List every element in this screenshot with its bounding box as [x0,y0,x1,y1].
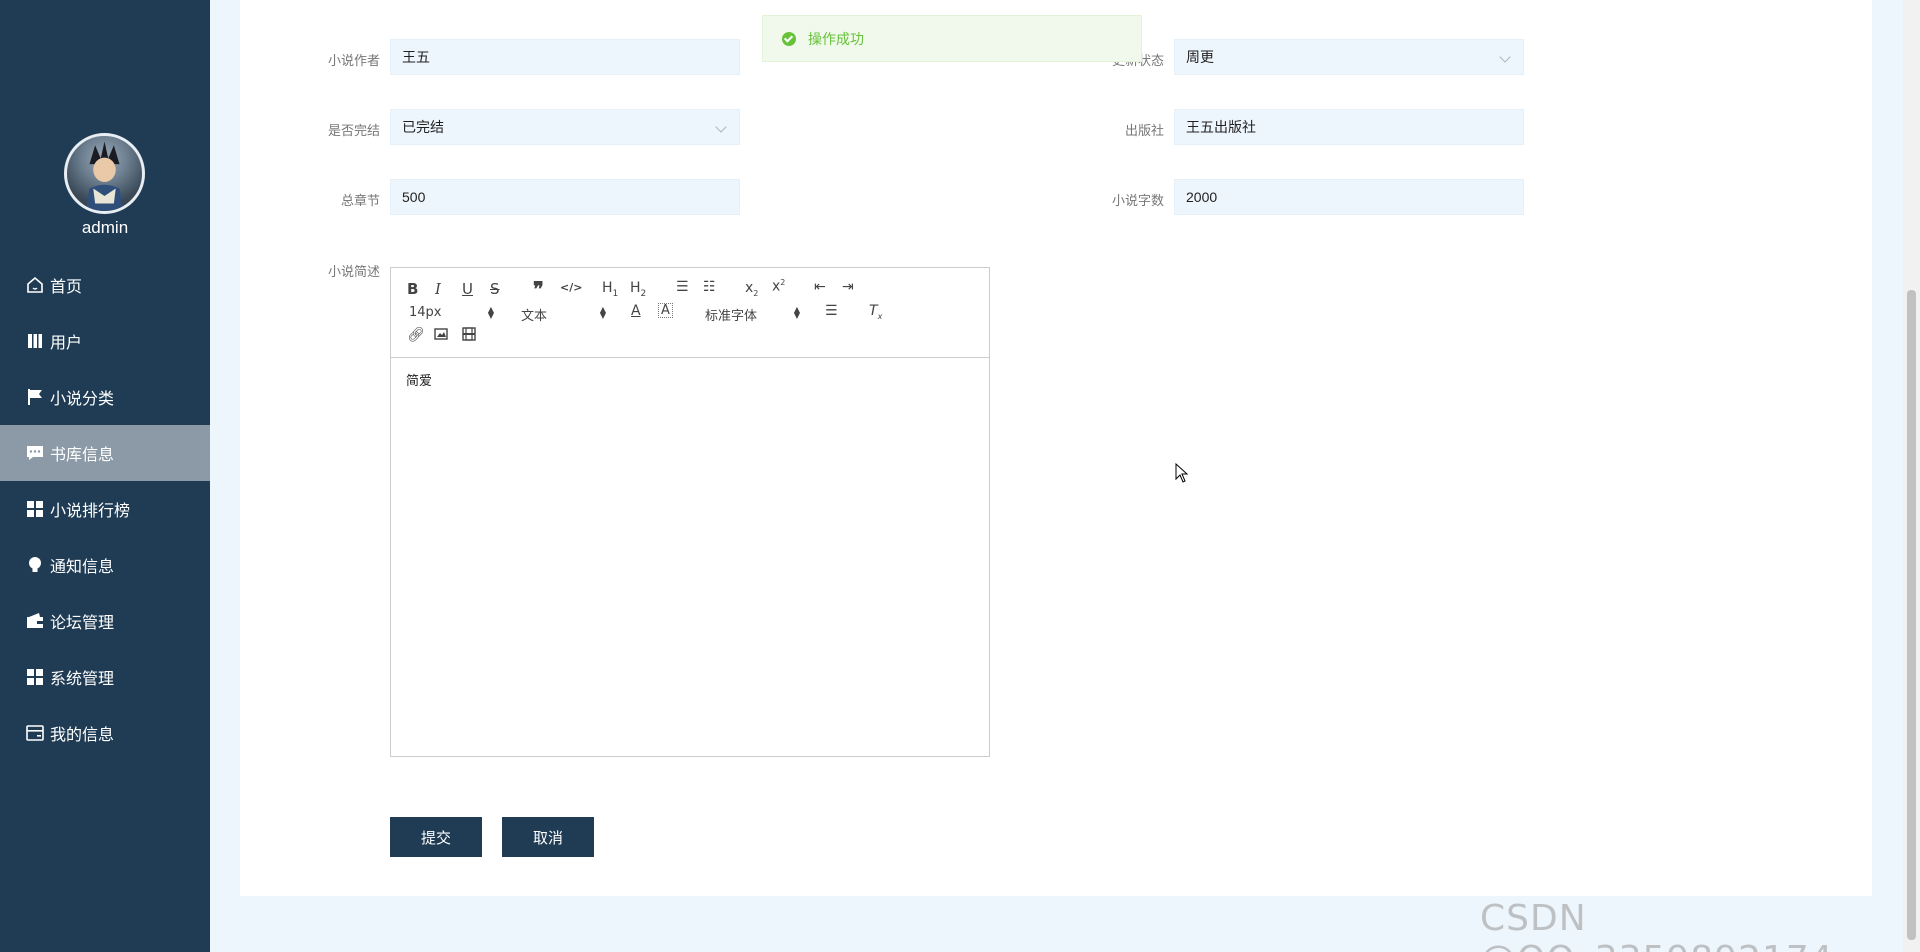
sidebar-item-my-info[interactable]: 我的信息 [0,705,210,761]
sidebar-item-label: 用户 [50,335,83,352]
avatar[interactable] [64,133,145,214]
video-icon[interactable] [462,327,476,345]
sidebar-item-label: 我的信息 [50,727,115,744]
finished-label: 是否完结 [327,123,380,138]
header-select[interactable]: 文本 ▲ ▼ [521,305,606,325]
author-input[interactable]: 王五 [390,39,740,75]
link-icon[interactable]: 🔗︎ [407,327,425,343]
indent-icon[interactable]: ⇥ [842,279,854,295]
sidebar-item-home[interactable]: 首页 [0,257,210,313]
submit-button[interactable]: 提交 [390,817,482,857]
finished-value: 已完结 [402,119,444,135]
italic-icon[interactable]: I [435,280,441,298]
home-icon [24,274,46,296]
success-toast: 操作成功 [762,15,1142,62]
sidebar-item-library[interactable]: 书库信息 [0,425,210,481]
sidebar-item-forum[interactable]: 论坛管理 [0,593,210,649]
description-label: 小说简述 [327,264,380,279]
flag-icon [24,386,46,408]
rich-text-editor: B I U S ❞ </> H1 H2 ☰ ☷ x2 x2 ⇤ ⇥ 14px ▲… [390,267,990,757]
sidebar-item-notices[interactable]: 通知信息 [0,537,210,593]
update-status-select[interactable]: 周更 [1174,39,1524,75]
editor-content[interactable]: 简爱 [391,358,989,401]
font-size-select[interactable]: 14px ▲ ▼ [409,305,494,320]
check-circle-icon [782,31,796,46]
word-count-label: 小说字数 [1111,193,1164,208]
sidebar-item-label: 首页 [50,279,83,296]
word-count-input[interactable]: 2000 [1174,179,1524,215]
card-icon [24,722,46,744]
sidebar-item-system[interactable]: 系统管理 [0,649,210,705]
sidebar: admin 首页 用户 小说分类 书库信息 小说排行榜 通知信息 论坛管理 系统… [0,0,210,952]
sidebar-item-ranking[interactable]: 小说排行榜 [0,481,210,537]
page-scrollbar[interactable] [1903,0,1920,952]
font-size-value: 14px [409,305,442,320]
font-family-value: 标准字体 [705,309,758,324]
sidebar-item-label: 论坛管理 [50,615,115,632]
cancel-button[interactable]: 取消 [502,817,594,857]
author-label: 小说作者 [327,53,380,68]
sidebar-item-label: 通知信息 [50,559,115,576]
sidebar-item-novel-category[interactable]: 小说分类 [0,369,210,425]
wallet-icon [24,610,46,632]
font-family-select[interactable]: 标准字体 ▲ ▼ [705,305,800,325]
watermark: CSDN @QQ_3359892174 [1480,898,1833,952]
chevron-down-icon [1499,51,1511,63]
image-icon[interactable] [434,327,448,345]
editor-toolbar: B I U S ❞ </> H1 H2 ☰ ☷ x2 x2 ⇤ ⇥ 14px ▲… [391,268,989,358]
strikethrough-icon[interactable]: S [490,280,500,298]
chapters-input[interactable]: 500 [390,179,740,215]
header-2-icon[interactable]: H2 [630,280,646,299]
font-color-icon[interactable]: A [631,303,641,319]
grid-icon [24,498,46,520]
finished-select[interactable]: 已完结 [390,109,740,145]
mouse-cursor-icon [1175,462,1189,488]
sidebar-item-label: 书库信息 [50,447,115,464]
publisher-input[interactable]: 王五出版社 [1174,109,1524,145]
toast-message: 操作成功 [808,30,864,47]
superscript-icon[interactable]: x2 [772,278,785,295]
chapters-label: 总章节 [340,193,380,208]
sidebar-menu: 首页 用户 小说分类 书库信息 小说排行榜 通知信息 论坛管理 系统管理 我的信… [0,257,210,761]
sidebar-item-label: 系统管理 [50,671,115,688]
ordered-list-icon[interactable]: ☰ [676,279,689,295]
update-status-value: 周更 [1186,49,1214,65]
sidebar-item-label: 小说排行榜 [50,503,131,520]
book-icon [24,330,46,352]
username: admin [81,218,129,237]
chat-icon [24,442,46,464]
publisher-label: 出版社 [1124,123,1164,138]
header-value: 文本 [521,309,548,324]
sidebar-item-label: 小说分类 [50,391,115,408]
select-arrows-icon: ▲ ▼ [599,305,606,320]
background-color-icon[interactable]: A [658,303,673,318]
code-block-icon[interactable]: </> [560,281,582,294]
underline-icon[interactable]: U [462,280,473,298]
bullet-list-icon[interactable]: ☷ [703,279,716,295]
select-arrows-icon: ▲ ▼ [487,305,494,320]
description-text: 简爱 [406,373,433,388]
grid-icon [24,666,46,688]
chevron-down-icon [715,121,727,133]
outdent-icon[interactable]: ⇤ [814,279,826,295]
sidebar-item-users[interactable]: 用户 [0,313,210,369]
bulb-icon [24,554,46,576]
select-arrows-icon: ▲ ▼ [793,305,800,320]
bold-icon[interactable]: B [407,280,418,298]
blockquote-icon[interactable]: ❞ [533,277,544,301]
scrollbar-thumb[interactable] [1907,290,1916,940]
header-1-icon[interactable]: H1 [602,280,618,299]
align-icon[interactable]: ☰ [825,303,838,319]
clear-format-icon[interactable]: Tx [869,303,882,321]
subscript-icon[interactable]: x2 [745,280,758,298]
